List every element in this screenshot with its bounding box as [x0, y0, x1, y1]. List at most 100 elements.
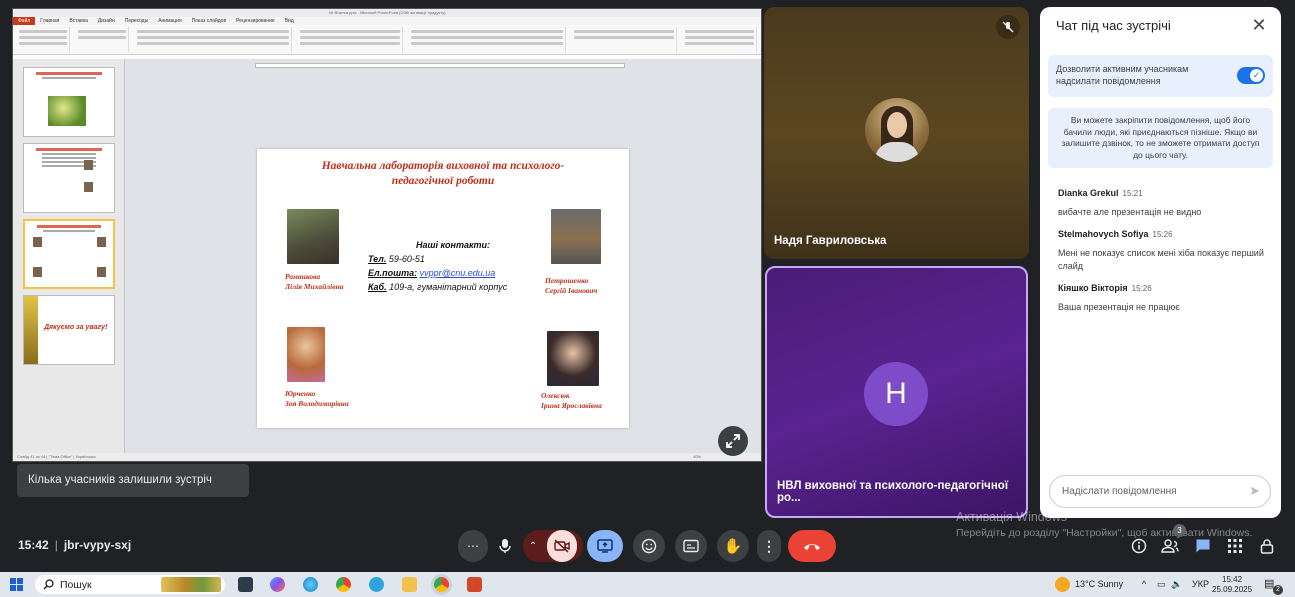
network-icon[interactable]: ▭ — [1157, 579, 1166, 590]
chat-title: Чат під час зустрічі — [1056, 18, 1171, 33]
ppt-ribbon-tabs: Файл Главная Вставка Дизайн Переходы Ани… — [13, 17, 761, 25]
apps-grid-icon — [1228, 539, 1242, 553]
shared-screen: XII Візитка.pptx - Microsoft PowerPoint … — [12, 8, 762, 462]
meeting-details-button[interactable] — [1129, 536, 1149, 556]
pin-info-box: Ви можете закріпити повідомлення, щоб йо… — [1048, 108, 1273, 168]
chevron-up-icon[interactable]: ⌃ — [529, 541, 537, 552]
people-icon — [1161, 539, 1179, 553]
slide-thumbnail — [23, 143, 115, 213]
leave-call-button[interactable] — [788, 530, 836, 562]
contact-office: Каб. 109-а, гуманітарний корпус — [368, 282, 508, 292]
weather-sun-icon — [1055, 577, 1070, 592]
ribbon-group — [683, 27, 758, 52]
reactions-button[interactable] — [633, 530, 665, 562]
chrome-icon[interactable] — [336, 577, 351, 592]
clock-time: 15:42 — [1222, 575, 1243, 584]
ppt-tab: Вид — [284, 18, 294, 24]
email-link[interactable]: vvppr@cnu.edu.ua — [420, 268, 496, 278]
allow-messages-setting: Дозволити активним учасникам надсилати п… — [1048, 55, 1273, 97]
search-icon — [43, 579, 54, 590]
activities-button[interactable] — [1225, 536, 1245, 556]
ppt-tab: Показ слайдов — [191, 18, 227, 24]
host-controls-button[interactable] — [1257, 536, 1277, 556]
chat-message-input[interactable]: Надіслати повідомлення ➤ — [1049, 475, 1271, 508]
windows-start-icon[interactable] — [10, 578, 23, 591]
slide-thumbnail — [23, 67, 115, 137]
volume-icon[interactable]: 🔈 — [1171, 579, 1182, 590]
ppt-workspace: Дякуємо за увагу! Навчальна лабораторія … — [13, 59, 761, 453]
check-icon: ✓ — [1250, 69, 1263, 82]
current-slide: Навчальна лабораторія виховної та психол… — [257, 149, 629, 428]
chrome-active-icon[interactable] — [434, 577, 449, 592]
contacts-block: Наші контакти: Тел. 59-60-51 Ел.пошта: v… — [368, 238, 538, 294]
search-highlight-image — [161, 577, 221, 592]
allow-messages-label: Дозволити активним учасникам надсилати п… — [1056, 64, 1189, 86]
expand-icon — [726, 434, 740, 448]
emoji-icon — [641, 538, 657, 554]
send-icon[interactable]: ➤ — [1249, 483, 1260, 499]
person-name: Романкова Лілія Михайлівна — [285, 272, 344, 291]
captions-button[interactable] — [675, 530, 707, 562]
participant-name: НВЛ виховної та психолого-педагогічної р… — [777, 480, 1009, 504]
windows-activation-title: Активація Windows — [956, 510, 1067, 524]
task-view-icon[interactable] — [238, 577, 253, 592]
slide-thumbnail: Дякуємо за увагу! — [23, 295, 115, 365]
person-name: Петрошенко Сергій Іванович — [545, 276, 598, 295]
file-explorer-icon[interactable] — [402, 577, 417, 592]
ppt-tab: Рецензирование — [236, 18, 275, 24]
contact-phone: Тел. 59-60-51 — [368, 254, 425, 264]
participants-left-notice: Кілька учасників залишили зустріч — [17, 464, 249, 497]
thumb-thanks-text: Дякуємо за увагу! — [44, 324, 108, 331]
raise-hand-button[interactable]: ✋ — [717, 530, 749, 562]
chat-message: Stelmahovych Sofiya 15:26 Мені не показує… — [1058, 229, 1264, 271]
mic-button[interactable] — [490, 530, 520, 562]
edge-icon[interactable] — [303, 577, 318, 592]
allow-messages-toggle[interactable]: ✓ — [1237, 67, 1265, 84]
copilot-icon[interactable] — [270, 577, 285, 592]
mic-off-icon — [996, 15, 1020, 39]
camera-off-icon — [554, 539, 570, 553]
chat-button[interactable] — [1193, 536, 1213, 556]
more-options-button[interactable]: ⋮ — [757, 530, 781, 562]
telegram-icon[interactable] — [369, 577, 384, 592]
chat-message: Кіяшко Вікторія 15:26 Ваша презентація не… — [1058, 283, 1180, 312]
windows-taskbar: Пошук 13°C Sunny ^ ▭ 🔈 УКР 15:42 25.09.2… — [0, 572, 1295, 597]
keyboard-language[interactable]: УКР — [1192, 579, 1209, 589]
tray-chevron-icon[interactable]: ^ — [1142, 579, 1146, 589]
present-button[interactable] — [587, 530, 623, 562]
weather-text[interactable]: 13°C Sunny — [1075, 579, 1123, 589]
ellipsis-icon: ⋯ — [467, 539, 479, 553]
ppt-tab: Переходы — [124, 18, 149, 24]
taskbar-clock[interactable]: 15:42 25.09.2025 — [1212, 575, 1252, 595]
ppt-tab-file: Файл — [13, 17, 36, 25]
ppt-zoom: 40% — [692, 454, 701, 459]
contact-email: Ел.пошта: vvppr@cnu.edu.ua — [368, 268, 496, 278]
ruler — [255, 63, 625, 68]
close-icon[interactable]: ✕ — [1249, 15, 1269, 35]
people-button[interactable] — [1160, 536, 1180, 556]
search-label: Пошук — [60, 579, 92, 591]
mic-icon — [499, 539, 511, 553]
ppt-tab: Главная — [40, 18, 60, 24]
chat-panel: Чат під час зустрічі ✕ Дозволити активни… — [1040, 7, 1281, 518]
photo-romankova — [287, 209, 339, 264]
ppt-ribbon — [13, 25, 761, 55]
more-reactions-button[interactable]: ⋯ — [458, 530, 488, 562]
people-count-badge: 3 — [1173, 524, 1186, 537]
person-name: Юрченко Зоя Володимирівна — [285, 389, 349, 408]
expand-button[interactable] — [718, 426, 748, 456]
contacts-heading: Наші контакти: — [415, 240, 491, 250]
participant-avatar-photo — [865, 98, 929, 162]
meeting-code: jbr-vypy-sxj — [63, 538, 132, 552]
meeting-time: 15:42 — [18, 538, 49, 552]
ribbon-group — [409, 27, 567, 52]
camera-off-button[interactable] — [547, 530, 578, 562]
ribbon-group — [135, 27, 293, 52]
person-name: Олексюк Ірина Ярославівна — [541, 391, 602, 410]
taskbar-search[interactable]: Пошук — [35, 575, 225, 594]
ppt-status-bar: Слайд 41 из 44 | "Тема Office" | Українс… — [13, 453, 761, 461]
chat-message: Dianka Grekul 15:21 вибачте але презентац… — [1058, 188, 1202, 217]
powerpoint-icon[interactable] — [467, 577, 482, 592]
info-icon — [1131, 538, 1147, 554]
clock-date: 25.09.2025 — [1212, 585, 1253, 594]
